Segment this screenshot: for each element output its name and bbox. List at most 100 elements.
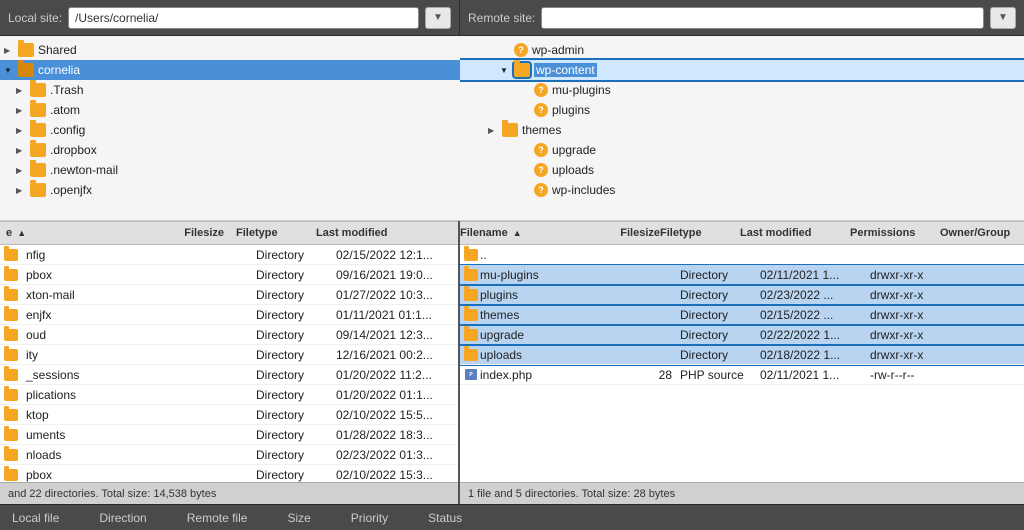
folder-icon: [4, 309, 18, 321]
right-tree-item-wp-content[interactable]: ▼ wp-content: [460, 60, 1024, 80]
local-path-input[interactable]: [68, 7, 419, 29]
cell-type: Directory: [680, 308, 760, 322]
remote-path-label: Remote site:: [468, 11, 535, 25]
cell-modified: 01/28/2022 18:3...: [330, 428, 458, 442]
table-row[interactable]: _sessions Directory 01/20/2022 11:2...: [0, 365, 458, 385]
col-header-permissions[interactable]: Permissions: [850, 227, 940, 239]
left-tree-item-openjfx[interactable]: ▶ .openjfx: [0, 180, 460, 200]
left-tree-item-dropbox[interactable]: ▶ .dropbox: [0, 140, 460, 160]
tree-item-label: uploads: [552, 163, 594, 177]
folder-icon: [4, 389, 18, 401]
col-header-owner[interactable]: Owner/Group: [940, 227, 1024, 239]
right-tree-item-mu-plugins[interactable]: ? mu-plugins: [460, 80, 1024, 100]
right-panel: ? wp-admin ▼ wp-content ? mu-plugins: [460, 36, 1024, 504]
right-table-row-uploads[interactable]: uploads Directory 02/18/2022 1... drwxr-…: [460, 345, 1024, 365]
folder-icon: [464, 249, 478, 261]
local-path-dropdown[interactable]: ▼: [425, 7, 451, 29]
tree-arrow: ▶: [16, 146, 30, 155]
folder-icon: [18, 63, 34, 77]
col-header-type[interactable]: Filetype: [230, 227, 310, 239]
tree-arrow: ▼: [4, 66, 18, 75]
cell-name: nfig: [20, 248, 180, 262]
right-table-row-plugins[interactable]: plugins Directory 02/23/2022 ... drwxr-x…: [460, 285, 1024, 305]
table-row[interactable]: enjfx Directory 01/11/2021 01:1...: [0, 305, 458, 325]
php-icon-inner: P: [465, 369, 477, 380]
cell-type: Directory: [680, 268, 760, 282]
cell-type: Directory: [250, 348, 330, 362]
tree-item-label: .Trash: [50, 83, 84, 97]
local-path-bar: Local site: ▼: [0, 0, 460, 35]
folder-icon: [4, 369, 18, 381]
cell-name: ktop: [20, 408, 180, 422]
folder-icon: [464, 329, 478, 341]
cell-type: Directory: [680, 288, 760, 302]
tree-item-label: .atom: [50, 103, 80, 117]
folder-icon: [30, 123, 46, 137]
cell-modified: 09/16/2021 19:0...: [330, 268, 458, 282]
cell-type: Directory: [250, 368, 330, 382]
tree-arrow: ▶: [16, 106, 30, 115]
left-table-body: nfig Directory 02/15/2022 12:1... pbox D…: [0, 245, 458, 482]
table-row[interactable]: uments Directory 01/28/2022 18:3...: [0, 425, 458, 445]
table-row[interactable]: xton-mail Directory 01/27/2022 10:3...: [0, 285, 458, 305]
left-status-text: and 22 directories. Total size: 14,538 b…: [8, 488, 216, 500]
left-table-panel: e ▲ Filesize Filetype Last modified nfig…: [0, 221, 458, 504]
col-header-filesize[interactable]: Filesize: [600, 227, 660, 239]
left-tree-item-trash[interactable]: ▶ .Trash: [0, 80, 460, 100]
left-tree-item-shared[interactable]: ▶ Shared: [0, 40, 460, 60]
table-row[interactable]: ity Directory 12/16/2021 00:2...: [0, 345, 458, 365]
right-tree-item-plugins[interactable]: ? plugins: [460, 100, 1024, 120]
transfer-status-label: Status: [428, 511, 462, 525]
remote-path-dropdown[interactable]: ▼: [990, 7, 1016, 29]
tree-item-label: upgrade: [552, 143, 596, 157]
table-row[interactable]: plications Directory 01/20/2022 01:1...: [0, 385, 458, 405]
col-header-filename[interactable]: Filename ▲: [460, 227, 600, 239]
remote-path-input[interactable]: [541, 7, 984, 29]
cell-modified: 02/23/2022 ...: [760, 288, 870, 302]
transfer-direction-label: Direction: [99, 511, 146, 525]
right-table-body: .. mu-plugins Directory 02/11/2021 1...: [460, 245, 1024, 482]
cell-modified: 01/20/2022 01:1...: [330, 388, 458, 402]
top-bar: Local site: ▼ Remote site: ▼: [0, 0, 1024, 36]
col-header-modified[interactable]: Last modified: [310, 227, 440, 239]
right-tree-item-themes[interactable]: ▶ themes: [460, 120, 1024, 140]
folder-icon: [502, 123, 518, 137]
table-row[interactable]: nloads Directory 02/23/2022 01:3...: [0, 445, 458, 465]
main-container: Local site: ▼ Remote site: ▼ ▶ Shared: [0, 0, 1024, 530]
right-tree-item-upgrade[interactable]: ? upgrade: [460, 140, 1024, 160]
folder-icon: [4, 249, 18, 261]
cell-modified: 02/10/2022 15:5...: [330, 408, 458, 422]
left-tree-item-config[interactable]: ▶ .config: [0, 120, 460, 140]
table-row[interactable]: pbox Directory 02/10/2022 15:3...: [0, 465, 458, 482]
right-table-row-mu-plugins[interactable]: mu-plugins Directory 02/11/2021 1... drw…: [460, 265, 1024, 285]
tree-item-label: mu-plugins: [552, 83, 611, 97]
cell-type: Directory: [250, 428, 330, 442]
table-row[interactable]: nfig Directory 02/15/2022 12:1...: [0, 245, 458, 265]
left-tree-item-atom[interactable]: ▶ .atom: [0, 100, 460, 120]
right-table-row-upgrade[interactable]: upgrade Directory 02/22/2022 1... drwxr-…: [460, 325, 1024, 345]
right-tree-item-wp-admin[interactable]: ? wp-admin: [460, 40, 1024, 60]
table-row[interactable]: ktop Directory 02/10/2022 15:5...: [0, 405, 458, 425]
right-tree-item-wp-includes[interactable]: ? wp-includes: [460, 180, 1024, 200]
tree-arrow: ▶: [4, 46, 18, 55]
col-header-name[interactable]: e ▲: [0, 227, 160, 239]
cell-type: Directory: [250, 268, 330, 282]
cell-type: Directory: [250, 328, 330, 342]
col-header-filetype[interactable]: Filetype: [660, 227, 740, 239]
right-tree-item-uploads[interactable]: ? uploads: [460, 160, 1024, 180]
right-table-row-themes[interactable]: themes Directory 02/15/2022 ... drwxr-xr…: [460, 305, 1024, 325]
table-row[interactable]: pbox Directory 09/16/2021 19:0...: [0, 265, 458, 285]
col-header-size[interactable]: Filesize: [160, 227, 230, 239]
cell-type: Directory: [250, 248, 330, 262]
left-tree-item-newton[interactable]: ▶ .newton-mail: [0, 160, 460, 180]
col-header-modified[interactable]: Last modified: [740, 227, 850, 239]
folder-icon: [514, 63, 530, 77]
right-table-row-index-php[interactable]: P index.php 28 PHP source 02/11/2021 1..…: [460, 365, 1024, 385]
right-table-row-parent[interactable]: ..: [460, 245, 1024, 265]
cell-name: mu-plugins: [480, 268, 620, 282]
cell-type: PHP source: [680, 368, 760, 382]
left-tree-item-cornelia[interactable]: ▼ cornelia: [0, 60, 460, 80]
cell-modified: 02/11/2021 1...: [760, 268, 870, 282]
table-row[interactable]: oud Directory 09/14/2021 12:3...: [0, 325, 458, 345]
folder-icon: [18, 43, 34, 57]
